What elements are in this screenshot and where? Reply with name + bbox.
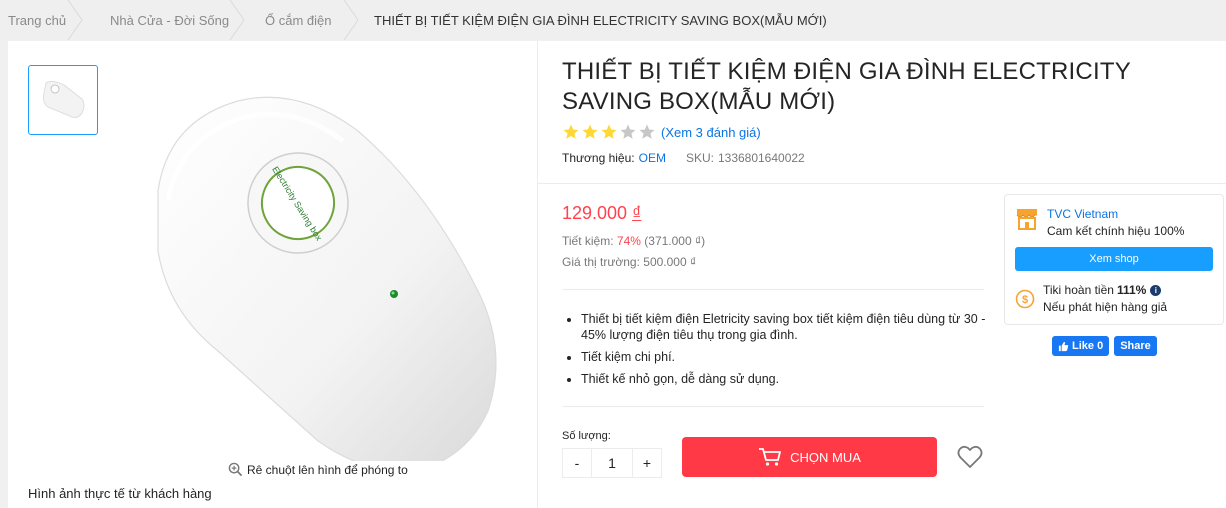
- star-filled-icon: [582, 124, 598, 139]
- brand-label: Thương hiệu:: [562, 151, 635, 165]
- zoom-hint-text: Rê chuột lên hình để phóng to: [247, 462, 408, 477]
- quantity-increase-button[interactable]: +: [632, 448, 662, 478]
- quantity-input[interactable]: 1: [592, 448, 632, 478]
- cart-icon: [759, 448, 782, 466]
- divider: [562, 289, 984, 290]
- breadcrumb-item-home-life[interactable]: Nhà Cửa - Đời Sống: [80, 0, 245, 40]
- social-buttons: Like 0 Share: [1052, 336, 1162, 356]
- seller-box: TVC Vietnam Cam kết chính hiệu 100% Xem …: [1004, 194, 1224, 325]
- brand-link[interactable]: OEM: [639, 151, 666, 165]
- currency-symbol: ₫: [632, 203, 642, 223]
- product-card: Electricity Saving box Rê chuột lên hình…: [8, 41, 1226, 508]
- facebook-like-button[interactable]: Like 0: [1052, 336, 1110, 356]
- view-reviews-link[interactable]: (Xem 3 đánh giá): [661, 125, 761, 140]
- breadcrumb-item-current: THIẾT BỊ TIẾT KIỆM ĐIỆN GIA ĐÌNH ELECTRI…: [356, 0, 827, 40]
- list-item: Tiết kiệm chi phí.: [581, 349, 991, 365]
- market-price-label: Giá thị trường:: [562, 255, 640, 269]
- star-empty-icon: [639, 124, 655, 139]
- shop-name-link[interactable]: TVC Vietnam: [1047, 207, 1118, 221]
- facebook-share-button[interactable]: Share: [1114, 336, 1157, 356]
- market-price-value: 500.000 ₫: [643, 255, 697, 269]
- product-thumbnail-image: [43, 81, 85, 118]
- column-divider: [537, 41, 538, 508]
- breadcrumb-label: Ổ cắm điện: [265, 12, 332, 28]
- energy-saver-device-image: Electricity Saving box: [157, 96, 497, 473]
- brand-sku-row: Thương hiệu: OEM SKU: 1336801640022: [562, 151, 805, 165]
- quantity-label: Số lượng:: [562, 430, 611, 442]
- savings-label: Tiết kiệm:: [562, 234, 614, 248]
- info-icon[interactable]: i: [1150, 284, 1162, 296]
- sku-label: SKU:: [685, 151, 714, 165]
- like-label: Like 0: [1072, 340, 1104, 352]
- savings-percent: 74%: [616, 234, 641, 248]
- rating-stars: [562, 123, 657, 141]
- buy-button-label: CHỌN MUA: [790, 449, 861, 465]
- customer-photos-heading: Hình ảnh thực tế từ khách hàng: [28, 486, 212, 501]
- list-item: Thiết bị tiết kiệm điện Eletricity savin…: [581, 311, 991, 343]
- quantity-decrease-button[interactable]: -: [562, 448, 592, 478]
- shop-guarantee: Cam kết chính hiệu 100%: [1047, 224, 1185, 238]
- product-main-image[interactable]: Electricity Saving box: [128, 81, 508, 473]
- star-empty-icon: [620, 124, 636, 139]
- rating: (Xem 3 đánh giá): [562, 123, 761, 141]
- share-label: Share: [1120, 340, 1151, 352]
- divider: [537, 183, 1226, 184]
- product-thumbnail[interactable]: [28, 65, 98, 135]
- zoom-in-icon: [228, 462, 243, 477]
- breadcrumb-label: THIẾT BỊ TIẾT KIỆM ĐIỆN GIA ĐÌNH ELECTRI…: [374, 12, 827, 28]
- store-icon: [1016, 209, 1037, 230]
- coin-icon: $: [1015, 289, 1035, 309]
- quantity-stepper: - 1 +: [562, 448, 662, 478]
- breadcrumb-item-power-socket[interactable]: Ổ cắm điện: [235, 0, 359, 40]
- current-price: 129.000 ₫: [562, 203, 641, 224]
- feature-list: Thiết bị tiết kiệm điện Eletricity savin…: [581, 311, 991, 393]
- refund-condition: Nếu phát hiện hàng giả: [1043, 300, 1168, 314]
- refund-title: Tiki hoàn tiền 111% i: [1043, 283, 1162, 297]
- price-value: 129.000: [562, 203, 628, 223]
- breadcrumb-item-home[interactable]: Trang chủ: [0, 0, 83, 40]
- star-filled-icon: [563, 124, 579, 139]
- refund-title-text: Tiki hoàn tiền: [1043, 283, 1114, 297]
- market-price-row: Giá thị trường: 500.000 ₫: [562, 255, 696, 269]
- breadcrumb-label: Trang chủ: [8, 12, 67, 28]
- savings-amount: (371.000 ₫): [644, 234, 706, 248]
- zoom-hint: Rê chuột lên hình để phóng to: [228, 462, 408, 477]
- svg-text:$: $: [1022, 294, 1028, 306]
- refund-percent: 111%: [1116, 283, 1147, 297]
- list-item: Thiết kế nhỏ gọn, dễ dàng sử dụng.: [581, 371, 991, 387]
- view-shop-button[interactable]: Xem shop: [1015, 247, 1213, 271]
- savings-row: Tiết kiệm: 74% (371.000 ₫): [562, 234, 705, 248]
- buy-button[interactable]: CHỌN MUA: [682, 437, 937, 477]
- breadcrumb-label: Nhà Cửa - Đời Sống: [110, 12, 230, 28]
- breadcrumb: Trang chủ Nhà Cửa - Đời Sống Ổ cắm điện …: [0, 0, 1226, 40]
- heart-icon[interactable]: [956, 443, 984, 471]
- sku-value: 1336801640022: [717, 151, 805, 165]
- divider: [562, 406, 984, 407]
- thumbs-up-icon: [1058, 341, 1069, 351]
- product-title: THIẾT BỊ TIẾT KIỆM ĐIỆN GIA ĐÌNH ELECTRI…: [562, 58, 1131, 115]
- star-filled-icon: [601, 124, 617, 139]
